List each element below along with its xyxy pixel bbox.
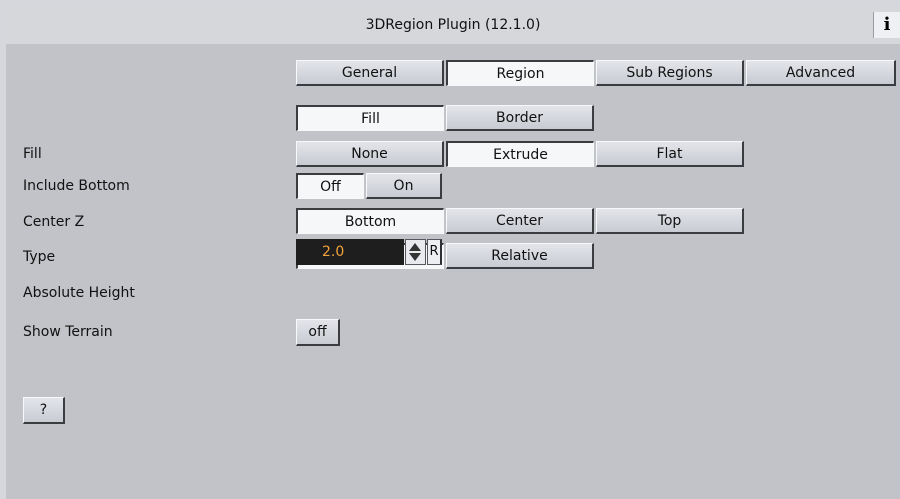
tab-general[interactable]: General [296, 60, 444, 86]
plugin-title-bar: 3DRegion Plugin (12.1.0) i [6, 6, 900, 45]
type-label: Type [23, 249, 56, 265]
spin-down-icon[interactable] [409, 253, 421, 261]
info-icon[interactable]: i [873, 12, 900, 38]
subtab-border[interactable]: Border [446, 105, 594, 131]
absolute-height-spinner[interactable] [405, 239, 426, 265]
fill-flat-button[interactable]: Flat [596, 141, 744, 167]
absolute-height-field[interactable]: 2.0 [296, 239, 404, 265]
subtab-fill[interactable]: Fill [296, 105, 444, 131]
center-z-top-button[interactable]: Top [596, 208, 744, 234]
center-z-label: Center Z [23, 214, 85, 230]
include-bottom-on-button[interactable]: On [366, 173, 442, 199]
show-terrain-label: Show Terrain [23, 324, 113, 340]
help-button[interactable]: ? [23, 397, 65, 424]
spin-up-icon[interactable] [409, 243, 421, 251]
center-z-bottom-button[interactable]: Bottom [296, 208, 444, 234]
type-relative-button[interactable]: Relative [446, 243, 594, 269]
plugin-panel: General Region Sub Regions Advanced Fill… [6, 44, 900, 499]
fill-extrude-button[interactable]: Extrude [446, 141, 594, 167]
tab-region[interactable]: Region [446, 60, 594, 86]
include-bottom-off-button[interactable]: Off [296, 173, 364, 199]
fill-none-button[interactable]: None [296, 141, 444, 167]
absolute-height-label: Absolute Height [23, 285, 135, 301]
tab-sub-regions[interactable]: Sub Regions [596, 60, 744, 86]
show-terrain-toggle[interactable]: off [296, 319, 340, 346]
absolute-height-reset-button[interactable]: R [427, 239, 442, 265]
tab-advanced[interactable]: Advanced [746, 60, 896, 86]
include-bottom-label: Include Bottom [23, 178, 130, 194]
center-z-center-button[interactable]: Center [446, 208, 594, 234]
fill-label: Fill [23, 146, 42, 162]
plugin-title: 3DRegion Plugin (12.1.0) [365, 17, 541, 33]
